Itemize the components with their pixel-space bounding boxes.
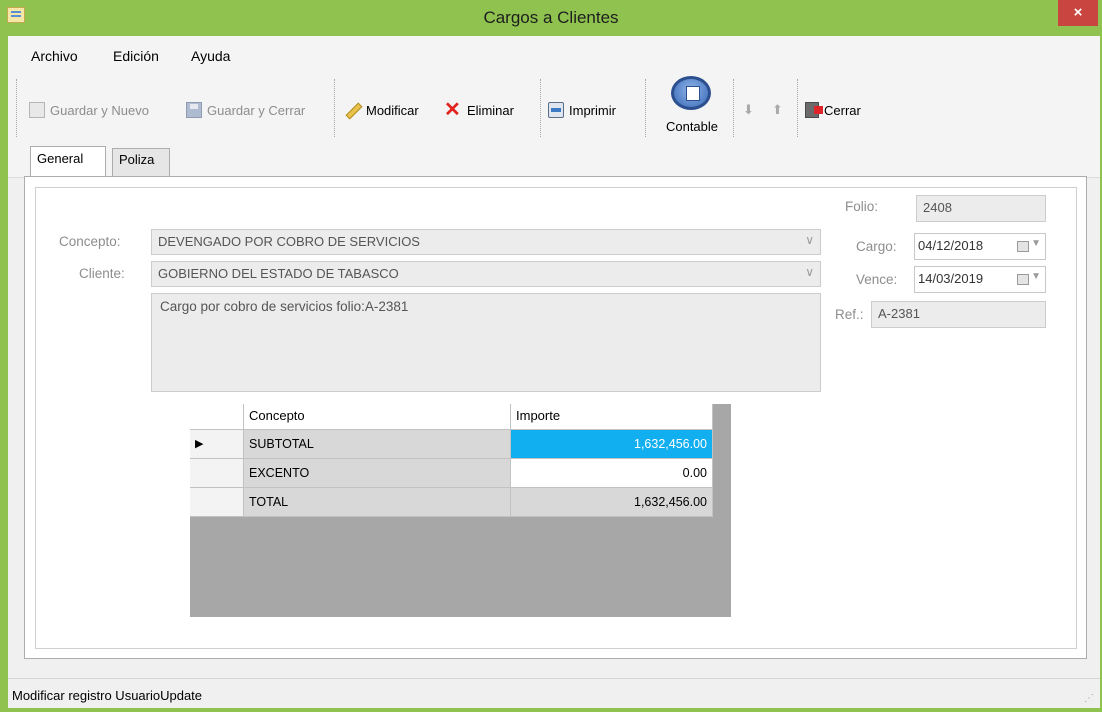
menu-bar: Archivo Edición Ayuda <box>8 36 1100 74</box>
status-bar: Modificar registro UsuarioUpdate ⋰ <box>8 678 1100 708</box>
close-button[interactable]: × <box>1058 0 1098 26</box>
guardar-cerrar-button[interactable]: Guardar y Cerrar <box>186 100 305 120</box>
ref-label: Ref.: <box>835 307 864 322</box>
modificar-label: Modificar <box>366 102 419 118</box>
cargo-label: Cargo: <box>856 239 897 254</box>
grid-cell-importe[interactable]: 0.00 <box>511 459 713 488</box>
cargo-date-picker[interactable]: 04/12/2018 ▼ <box>914 233 1046 260</box>
dropdown-arrow-icon: ▼ <box>1031 238 1041 249</box>
modificar-button[interactable]: Modificar <box>343 100 419 120</box>
cargo-date-value: 04/12/2018 <box>918 238 984 253</box>
eliminar-button[interactable]: ✕ Eliminar <box>444 100 514 120</box>
printer-icon <box>548 102 564 118</box>
save-icon <box>186 102 202 118</box>
arrow-down-icon: ⬇ <box>743 102 754 117</box>
status-text: Modificar registro UsuarioUpdate <box>12 688 203 703</box>
application-window: Cargos a Clientes × Archivo Edición Ayud… <box>0 0 1102 712</box>
cerrar-label: Cerrar <box>824 102 861 118</box>
toolbar-divider <box>334 79 335 137</box>
column-header-importe[interactable]: Importe <box>511 404 713 430</box>
contable-button[interactable]: Contable <box>656 76 728 136</box>
tab-poliza[interactable]: Poliza <box>112 148 170 176</box>
guardar-nuevo-button[interactable]: Guardar y Nuevo <box>29 100 149 120</box>
chevron-down-icon: ∨ <box>805 265 814 279</box>
importe-grid: Concepto Importe ▶ SUBTOTAL 1,632,456.00… <box>190 404 731 617</box>
grid-corner-cell <box>190 404 244 430</box>
chevron-down-icon: ∨ <box>805 233 814 247</box>
guardar-nuevo-label: Guardar y Nuevo <box>50 102 149 118</box>
column-header-concepto[interactable]: Concepto <box>244 404 511 430</box>
menu-edicion[interactable]: Edición <box>113 48 159 64</box>
resize-grip-icon[interactable]: ⋰ <box>1084 693 1094 704</box>
folio-label: Folio: <box>845 199 879 214</box>
new-document-icon <box>29 102 45 118</box>
tab-general[interactable]: General <box>30 146 106 176</box>
toolbar-divider <box>540 79 541 137</box>
arrow-up-icon: ⬆ <box>772 102 783 117</box>
menu-ayuda[interactable]: Ayuda <box>191 48 230 64</box>
toolbar-divider <box>733 79 734 137</box>
toolbar-divider <box>16 79 17 137</box>
row-header[interactable] <box>190 459 244 488</box>
calculator-icon <box>671 76 711 110</box>
contable-label: Contable <box>665 119 719 134</box>
ref-field[interactable]: A-2381 <box>871 301 1046 328</box>
cerrar-button[interactable]: Cerrar <box>805 100 861 120</box>
cliente-label: Cliente: <box>79 266 125 281</box>
guardar-cerrar-label: Guardar y Cerrar <box>207 102 306 118</box>
move-down-button[interactable]: ⬇ <box>743 100 760 120</box>
tab-strip: General Poliza <box>30 146 430 176</box>
window-content: Archivo Edición Ayuda Guardar y Nuevo Gu… <box>8 36 1100 708</box>
eliminar-label: Eliminar <box>467 102 514 118</box>
vence-date-value: 14/03/2019 <box>918 271 984 286</box>
folio-field[interactable]: 2408 <box>916 195 1046 222</box>
exit-door-icon <box>805 102 823 118</box>
notes-textarea[interactable]: Cargo por cobro de servicios folio:A-238… <box>151 293 821 392</box>
menu-archivo[interactable]: Archivo <box>31 48 78 64</box>
calendar-icon <box>1017 274 1029 285</box>
delete-x-icon: ✕ <box>444 99 461 121</box>
concepto-combo[interactable]: DEVENGADO POR COBRO DE SERVICIOS ∨ <box>151 229 821 255</box>
row-header[interactable] <box>190 488 244 517</box>
window-title: Cargos a Clientes <box>483 8 619 27</box>
grid-cell-concepto[interactable]: TOTAL <box>244 488 511 517</box>
toolbar-divider <box>797 79 798 137</box>
cliente-combo[interactable]: GOBIERNO DEL ESTADO DE TABASCO ∨ <box>151 261 821 287</box>
row-header-current[interactable]: ▶ <box>190 430 244 459</box>
move-up-button[interactable]: ⬆ <box>772 100 789 120</box>
vence-date-picker[interactable]: 14/03/2019 ▼ <box>914 266 1046 293</box>
imprimir-button[interactable]: Imprimir <box>548 100 616 120</box>
toolbar-divider <box>645 79 646 137</box>
grid-cell-concepto[interactable]: EXCENTO <box>244 459 511 488</box>
title-bar[interactable]: Cargos a Clientes × <box>0 0 1102 36</box>
grid-cell-importe[interactable]: 1,632,456.00 <box>511 430 713 459</box>
calendar-icon <box>1017 241 1029 252</box>
grid-cell-concepto[interactable]: SUBTOTAL <box>244 430 511 459</box>
concepto-label: Concepto: <box>59 234 121 249</box>
cliente-value: GOBIERNO DEL ESTADO DE TABASCO <box>158 266 399 281</box>
concepto-value: DEVENGADO POR COBRO DE SERVICIOS <box>158 234 420 249</box>
imprimir-label: Imprimir <box>569 102 616 118</box>
vence-label: Vence: <box>856 272 898 287</box>
pencil-icon <box>343 101 361 119</box>
dropdown-arrow-icon: ▼ <box>1031 271 1041 282</box>
grid-cell-importe[interactable]: 1,632,456.00 <box>511 488 713 517</box>
